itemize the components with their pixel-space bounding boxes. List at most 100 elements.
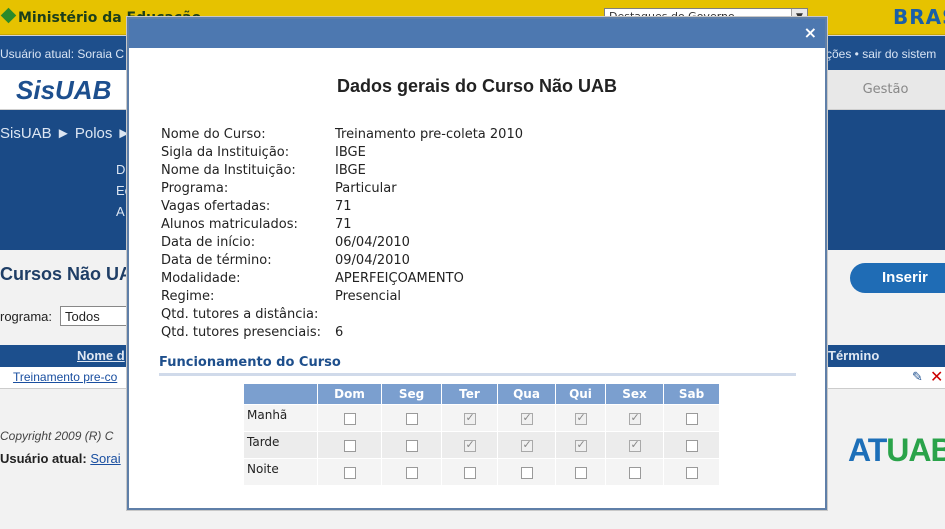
schedule-row: Tarde — [243, 431, 720, 459]
detail-label: Programa: — [161, 181, 229, 196]
detail-value: APERFEIÇOAMENTO — [335, 271, 464, 286]
schedule-cell — [663, 404, 720, 432]
day-checkbox[interactable] — [343, 466, 356, 479]
period-label: Noite — [243, 458, 318, 486]
day-header: Qui — [555, 383, 606, 405]
section-divider — [159, 373, 796, 376]
day-checkbox[interactable] — [463, 466, 476, 479]
day-checkbox[interactable] — [574, 411, 587, 425]
band-text-1: D — [116, 162, 126, 177]
period-label: Manhã — [243, 404, 318, 432]
schedule-cell — [317, 404, 382, 432]
day-checkbox[interactable] — [463, 411, 476, 425]
day-header: Ter — [441, 383, 498, 405]
detail-value: Treinamento pre-coleta 2010 — [335, 127, 523, 142]
day-header: Qua — [497, 383, 556, 405]
close-icon[interactable]: × — [804, 23, 817, 42]
day-header: Seg — [381, 383, 442, 405]
band-text-3: A — [116, 204, 125, 219]
schedule-cell — [381, 458, 442, 486]
current-user-text: Usuário atual: Soraia C — [0, 47, 125, 61]
page-title: Cursos Não UA — [0, 264, 133, 284]
schedule-cell — [497, 431, 556, 459]
day-checkbox[interactable] — [405, 439, 418, 452]
day-checkbox[interactable] — [685, 439, 698, 452]
brasil-logo: BRASIL — [893, 5, 945, 29]
brazil-flag-icon — [0, 7, 17, 24]
day-header: Sab — [663, 383, 720, 405]
column-header-nome[interactable]: Nome d — [77, 348, 125, 363]
schedule-cell — [555, 431, 606, 459]
schedule-cell — [663, 431, 720, 459]
day-checkbox[interactable] — [628, 466, 641, 479]
detail-value: 71 — [335, 199, 352, 214]
day-checkbox[interactable] — [685, 466, 698, 479]
schedule-table: DomSegTerQuaQuiSexSabManhãTardeNoite — [243, 383, 720, 486]
footer-user-label: Usuário atual: — [0, 451, 87, 466]
detail-value: 09/04/2010 — [335, 253, 410, 268]
detail-label: Data de início: — [161, 235, 256, 250]
schedule-cell — [317, 431, 382, 459]
day-checkbox[interactable] — [405, 412, 418, 425]
schedule-cell — [381, 431, 442, 459]
schedule-cell — [663, 458, 720, 486]
schedule-cell — [605, 404, 664, 432]
day-checkbox[interactable] — [405, 466, 418, 479]
schedule-cell — [381, 404, 442, 432]
detail-value: 06/04/2010 — [335, 235, 410, 250]
detail-value: IBGE — [335, 163, 366, 178]
schedule-cell — [441, 458, 498, 486]
logout-link[interactable]: ções • sair do sistem — [826, 47, 936, 61]
detail-label: Data de término: — [161, 253, 272, 268]
schedule-cell — [441, 431, 498, 459]
detail-label: Vagas ofertadas: — [161, 199, 271, 214]
day-checkbox[interactable] — [343, 439, 356, 452]
copyright-text: Copyright 2009 (R) C — [0, 429, 114, 443]
modal-title: Dados gerais do Curso Não UAB — [336, 76, 618, 96]
sisuab-logo[interactable]: SisUAB — [16, 75, 111, 106]
footer-user: Usuário atual: Sorai — [0, 451, 121, 466]
schedule-cell — [441, 404, 498, 432]
breadcrumb[interactable]: SisUAB ► Polos ► — [0, 125, 131, 142]
day-checkbox[interactable] — [628, 411, 641, 425]
program-select[interactable]: Todos — [60, 306, 130, 326]
day-checkbox[interactable] — [628, 438, 641, 452]
program-label: rograma: — [0, 309, 53, 324]
day-checkbox[interactable] — [685, 412, 698, 425]
course-details-modal: × Dados gerais do Curso Não UAB Nome do … — [127, 17, 827, 510]
schedule-cell — [555, 458, 606, 486]
pencil-icon[interactable]: ✎ — [912, 370, 923, 385]
detail-value: 6 — [335, 325, 344, 340]
detail-label: Qtd. tutores a distância: — [161, 307, 319, 322]
day-header: Dom — [317, 383, 382, 405]
schedule-row: Noite — [243, 458, 720, 486]
section-title: Funcionamento do Curso — [159, 355, 341, 370]
day-checkbox[interactable] — [520, 411, 533, 425]
schedule-cell — [317, 458, 382, 486]
column-header-termino: Término — [828, 348, 880, 363]
course-link[interactable]: Treinamento pre-co — [13, 370, 117, 384]
detail-label: Nome da Instituição: — [161, 163, 296, 178]
modal-header: × — [129, 19, 825, 48]
insert-button[interactable]: Inserir — [850, 263, 945, 293]
footer-user-link[interactable]: Sorai — [90, 451, 120, 466]
menu-gestao[interactable]: Gestão — [826, 70, 945, 109]
atuab-logo: ATUAB — [848, 432, 945, 469]
day-checkbox[interactable] — [343, 412, 356, 425]
schedule-cell — [605, 458, 664, 486]
schedule-cell — [497, 404, 556, 432]
detail-label: Alunos matriculados: — [161, 217, 298, 232]
delete-x-icon[interactable]: ✕ — [930, 367, 943, 386]
schedule-corner — [243, 383, 318, 405]
day-checkbox[interactable] — [520, 438, 533, 452]
detail-value: Particular — [335, 181, 397, 196]
atuab-logo-part-b: UAB — [886, 432, 945, 468]
day-checkbox[interactable] — [520, 466, 533, 479]
atuab-logo-part-a: AT — [848, 432, 887, 468]
day-checkbox[interactable] — [463, 438, 476, 452]
detail-value: Presencial — [335, 289, 402, 304]
day-checkbox[interactable] — [574, 466, 587, 479]
day-checkbox[interactable] — [574, 438, 587, 452]
detail-value: IBGE — [335, 145, 366, 160]
schedule-cell — [605, 431, 664, 459]
